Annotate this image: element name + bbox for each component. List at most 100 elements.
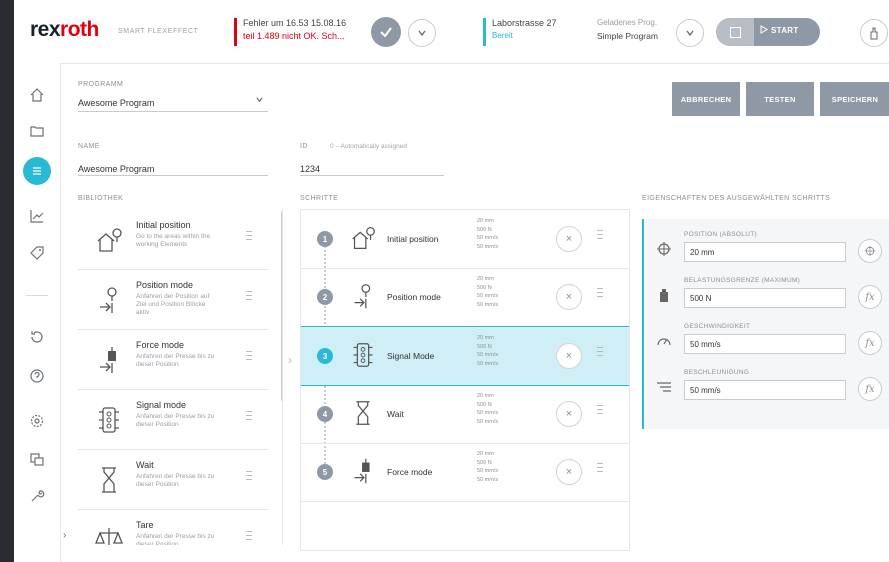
library-item-title: Position mode — [136, 280, 194, 290]
position-input[interactable]: 20 mm — [684, 242, 846, 262]
library-item-tare[interactable]: Tare Anfahren der Presse bis zu dieser P… — [78, 511, 268, 545]
error-dropdown-button[interactable] — [408, 19, 436, 47]
location-status: Laborstrasse 27 Bereit — [483, 18, 557, 46]
hourglass-icon — [356, 401, 370, 425]
step-row[interactable]: 4 Wait 20 mm 500 N 50 mm/s 50 mm/s × — [301, 385, 629, 444]
step-row[interactable]: 1 Initial position 20 mm 500 N 50 mm/s 50 m… — [301, 210, 629, 269]
drag-handle-icon[interactable] — [597, 347, 603, 361]
step-number: 5 — [317, 464, 333, 480]
library-item-force-mode[interactable]: Force mode Anfahren der Presse bis zu di… — [78, 331, 268, 390]
remove-step-button[interactable]: × — [556, 401, 582, 427]
position-icon — [354, 284, 371, 309]
acceleration-input[interactable]: 50 mm/s — [684, 380, 846, 400]
formula-button[interactable]: fx — [858, 377, 882, 401]
sidebar-item-analytics[interactable] — [25, 204, 49, 228]
id-hint: 0 – Automatically assigned — [330, 143, 407, 150]
help-icon — [30, 369, 44, 383]
sidebar-item-tools[interactable] — [25, 484, 49, 508]
acknowledge-button[interactable] — [371, 17, 401, 47]
sidebar-item-files[interactable] — [25, 119, 49, 143]
steps-heading: SCHRITTE — [300, 195, 339, 202]
property-label: POSITION (ABSOLUT) — [684, 231, 757, 238]
step-number: 4 — [317, 406, 333, 422]
remove-step-button[interactable]: × — [556, 343, 582, 369]
error-status[interactable]: Fehler um 16.53 15.08.16 teil 1.489 nich… — [234, 18, 346, 46]
brand-tagline: SMART FLEXEFFECT — [118, 28, 199, 35]
drag-handle-icon[interactable] — [246, 351, 252, 365]
remove-step-button[interactable]: × — [556, 226, 582, 252]
id-input[interactable]: 1234 — [300, 159, 444, 176]
property-acceleration: BESCHLEUNIGUNG 50 mm/s fx — [644, 363, 889, 409]
sidebar-item-help[interactable] — [25, 364, 49, 388]
drag-handle-icon[interactable] — [597, 405, 603, 419]
check-icon — [380, 27, 392, 38]
chevron-down-icon — [256, 97, 263, 103]
id-label: ID — [300, 143, 308, 150]
library-item-wait[interactable]: Wait Anfahren der Presse bis zu dieser P… — [78, 451, 268, 510]
test-button[interactable]: TESTEN — [746, 82, 814, 116]
drag-handle-icon[interactable] — [597, 463, 603, 477]
sidebar-item-devices[interactable] — [25, 447, 49, 471]
library-item-initial-position[interactable]: Initial position Go to the areas within … — [78, 211, 268, 270]
step-row[interactable]: 2 Position mode 20 mm 500 N 50 mm/s 50 mm/s… — [301, 268, 629, 327]
step-title: Initial position — [387, 234, 439, 244]
sidebar-item-programs[interactable] — [23, 157, 51, 185]
settings-icon — [30, 414, 44, 428]
chevron-down-icon — [418, 30, 426, 37]
sidebar-expand-button[interactable]: › — [63, 530, 66, 541]
hourglass-icon — [102, 467, 116, 493]
sidebar-item-history[interactable] — [25, 325, 49, 349]
hand-icon — [870, 27, 878, 40]
drag-handle-icon[interactable] — [246, 531, 252, 545]
library-item-position-mode[interactable]: Position mode Anfahren der Position auf … — [78, 271, 268, 330]
drag-handle-icon[interactable] — [246, 231, 252, 245]
speedometer-icon — [657, 338, 671, 346]
property-label: GESCHWINDIGKEIT — [684, 323, 751, 330]
library-list: Initial position Go to the areas within … — [76, 209, 283, 545]
cancel-button[interactable]: ABBRECHEN — [672, 82, 740, 116]
step-params: 20 mm 500 N 50 mm/s 50 mm/s — [477, 393, 499, 425]
sidebar-item-settings[interactable] — [25, 409, 49, 433]
speed-input[interactable]: 50 mm/s — [684, 334, 846, 354]
save-button[interactable]: SPEICHERN — [820, 82, 889, 116]
stop-icon — [729, 26, 741, 38]
step-params: 20 mm 500 N 50 mm/s 50 mm/s — [477, 276, 499, 308]
step-title: Position mode — [387, 292, 441, 302]
home-pin-icon — [352, 227, 375, 249]
formula-button[interactable]: fx — [858, 331, 882, 355]
drag-handle-icon[interactable] — [597, 230, 603, 244]
formula-button[interactable]: fx — [858, 285, 882, 309]
properties-heading: EIGENSCHAFTEN DES AUSGEWÄHLTEN SCHRITTS — [642, 195, 831, 202]
remove-step-button[interactable]: × — [556, 284, 582, 310]
step-title: Wait — [387, 409, 404, 419]
teach-position-button[interactable] — [858, 239, 882, 263]
play-icon — [760, 25, 768, 34]
program-select[interactable]: Awesome Program — [78, 93, 268, 112]
library-scrollbar[interactable] — [281, 211, 282, 401]
library-item-signal-mode[interactable]: Signal mode Anfahren der Presse bis zu d… — [78, 391, 268, 450]
start-button[interactable]: START — [760, 25, 799, 35]
step-row[interactable]: 5 Force mode 20 mm 500 N 50 mm/s 50 mm/s × — [301, 443, 629, 502]
program-dropdown-button[interactable] — [676, 19, 704, 47]
sidebar-nav — [14, 63, 61, 562]
id-input-value: 1234 — [300, 164, 321, 174]
name-input[interactable]: Awesome Program — [78, 159, 268, 176]
drag-handle-icon[interactable] — [597, 288, 603, 302]
stop-button[interactable] — [716, 18, 754, 46]
remove-step-button[interactable]: × — [556, 459, 582, 485]
drag-handle-icon[interactable] — [246, 291, 252, 305]
library-item-title: Initial position — [136, 220, 191, 230]
tag-icon — [30, 246, 44, 260]
start-label: START — [771, 26, 799, 35]
sidebar-item-home[interactable] — [25, 83, 49, 107]
user-button[interactable] — [860, 19, 888, 47]
step-title: Signal Mode — [387, 351, 435, 361]
load-limit-input[interactable]: 500 N — [684, 288, 846, 308]
error-message: teil 1.489 nicht OK. Sch... — [243, 31, 345, 41]
chevron-right-icon: › — [288, 353, 292, 367]
drag-handle-icon[interactable] — [246, 411, 252, 425]
drag-handle-icon[interactable] — [246, 471, 252, 485]
sidebar-item-tags[interactable] — [25, 241, 49, 265]
acceleration-icon — [657, 382, 671, 392]
step-row-selected[interactable]: 3 Signal Mode 20 mm 500 N 50 mm/s 50 mm/s × — [301, 326, 629, 386]
